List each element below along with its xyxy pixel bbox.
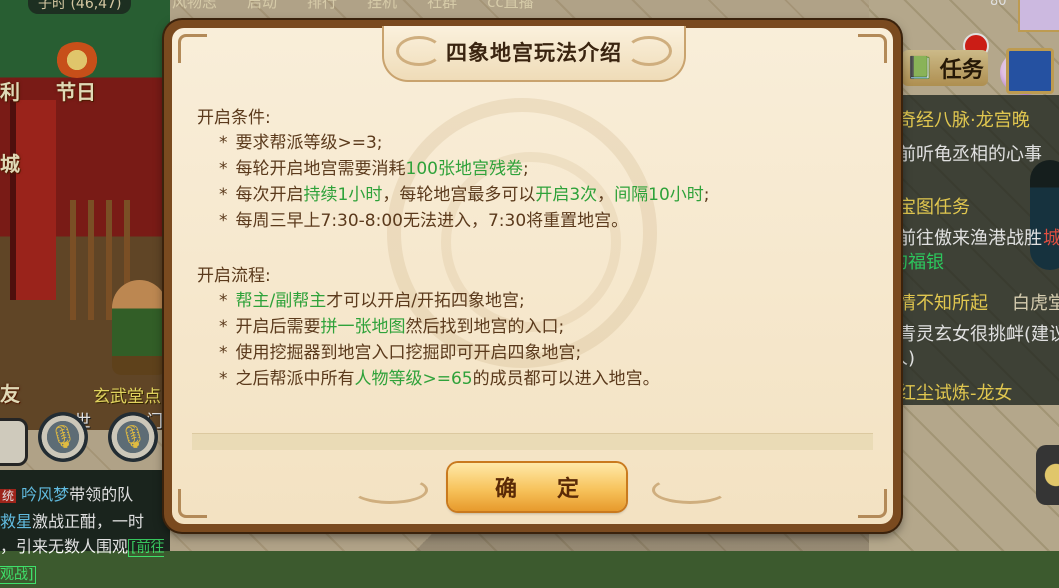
confirm-button-label: 确定 — [494, 477, 619, 502]
rule-text: 使用挖掘器到地宫入口挖掘即可开启四象地宫; — [235, 343, 582, 363]
rule-item: * 每次开启持续1小时，每轮地宫最多可以开启3次，间隔10小时; — [197, 182, 857, 208]
corner-ornament — [178, 489, 207, 518]
bullet-icon: * — [219, 317, 228, 337]
rule-text: 每次开启 — [235, 185, 304, 205]
rule-item: * 每轮开启地宫需要消耗100张地宫残卷; — [197, 156, 857, 182]
rule-item: * 每周三早上7:30-8:00无法进入，7:30将重置地宫。 — [197, 208, 857, 234]
highlight-text: 拼一张地图 — [320, 317, 406, 337]
rule-item: * 使用挖掘器到地宫入口挖掘即可开启四象地宫; — [197, 340, 857, 366]
confirm-button[interactable]: 确定 — [448, 463, 626, 511]
rule-item: * 开启后需要拼一张地图然后找到地宫的入口; — [197, 314, 857, 340]
rule-text: 要求帮派等级>=3; — [235, 133, 383, 153]
rule-item: * 要求帮派等级>=3; — [197, 130, 857, 156]
rule-text: 之后帮派中所有 — [235, 369, 355, 389]
rules-content: 开启条件: * 要求帮派等级>=3; * 每轮开启地宫需要消耗100张地宫残卷; * 每次开… — [197, 106, 857, 392]
corner-ornament — [178, 34, 207, 63]
rule-text: 的成员都可以进入地宫。 — [472, 369, 660, 389]
rule-text: ，每轮地宫最多可以 — [382, 185, 536, 205]
bullet-icon: * — [219, 211, 228, 231]
divider — [192, 433, 873, 450]
title-plate: 四象地宫玩法介绍 — [382, 26, 686, 82]
section-title: 开启流程: — [197, 266, 271, 286]
highlight-text: 帮主/副帮主 — [235, 291, 327, 311]
bullet-icon: * — [219, 291, 228, 311]
highlight-text: 人物等级>=65 — [354, 369, 473, 389]
bullet-icon: * — [219, 369, 228, 389]
bullet-icon: * — [219, 159, 228, 179]
rule-text: 才可以开启/开拓四象地宫; — [326, 291, 525, 311]
bullet-icon: * — [219, 133, 228, 153]
swirl-ornament — [652, 476, 728, 504]
bullet-icon: * — [219, 185, 228, 205]
rule-text: ， — [597, 185, 615, 205]
highlight-text: 开启3次 — [535, 185, 598, 205]
rules-dialog: 四象地宫玩法介绍 开启条件: * 要求帮派等级>=3; * 每轮开启地宫需要消耗100张… — [164, 20, 901, 532]
rule-text: ; — [703, 185, 710, 205]
rule-text: 然后找到地宫的入口; — [405, 317, 565, 337]
highlight-text: 持续1小时 — [303, 185, 383, 205]
rule-item: * 帮主/副帮主才可以开启/开拓四象地宫; — [197, 288, 857, 314]
rule-text: 每周三早上7:30-8:00无法进入，7:30将重置地宫。 — [235, 211, 629, 231]
swirl-ornament — [352, 476, 428, 504]
highlight-text: 100张地宫残卷 — [405, 159, 523, 179]
corner-ornament — [858, 489, 887, 518]
rule-text: ; — [522, 159, 529, 179]
section-title: 开启条件: — [197, 108, 271, 128]
rule-item: * 之后帮派中所有人物等级>=65的成员都可以进入地宫。 — [197, 366, 857, 392]
corner-ornament — [858, 34, 887, 63]
dialog-title: 四象地宫玩法介绍 — [446, 41, 622, 65]
rule-text: 开启后需要 — [235, 317, 321, 337]
bullet-icon: * — [219, 343, 228, 363]
dialog-body: 四象地宫玩法介绍 开启条件: * 要求帮派等级>=3; * 每轮开启地宫需要消耗100张… — [172, 26, 893, 524]
highlight-text: 间隔10小时 — [614, 185, 704, 205]
rule-text: 每轮开启地宫需要消耗 — [235, 159, 406, 179]
